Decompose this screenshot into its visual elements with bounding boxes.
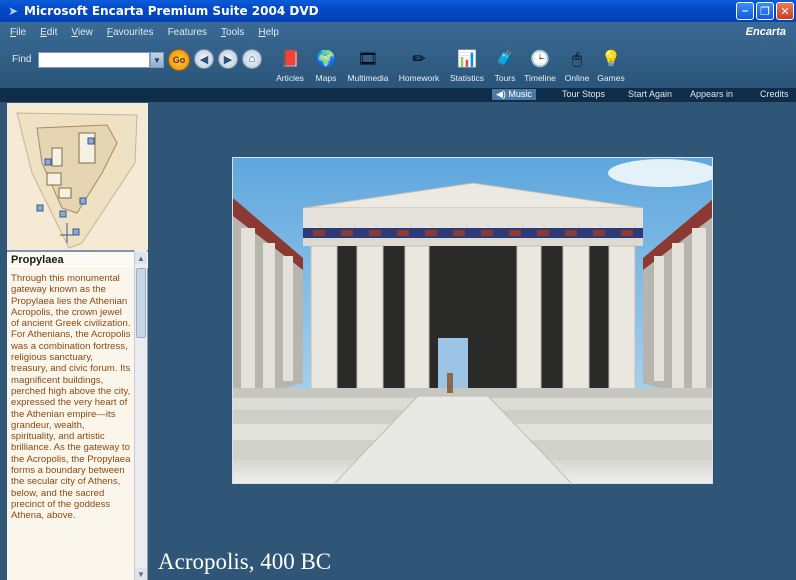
scroll-down-button[interactable]: ▼ xyxy=(135,568,147,580)
menu-tools[interactable]: Tools xyxy=(221,27,244,38)
find-toolbar: Find ▼ Go ◀ ▶ ⌂ 📕 Articles 🌍 Maps 🎞 Mult… xyxy=(0,44,796,84)
multimedia-icon: 🎞 xyxy=(357,51,379,68)
tour-controls-bar: ◀) Music Tour Stops Start Again Appears … xyxy=(0,88,796,102)
chevron-down-icon: ▼ xyxy=(153,55,161,65)
find-label: Find xyxy=(12,54,32,65)
acropolis-site-map[interactable] xyxy=(7,103,148,250)
toolbar-label: Games xyxy=(597,73,625,83)
mouse-icon: 🖱 xyxy=(572,51,582,68)
encarta-logo-icon: ➤ xyxy=(7,4,19,18)
encarta-brand-logo: Encarta xyxy=(745,26,786,38)
minimize-button[interactable]: – xyxy=(736,2,754,20)
menu-features[interactable]: Features xyxy=(168,27,207,38)
find-input[interactable] xyxy=(38,52,150,68)
toolbar-label: Tours xyxy=(494,73,516,83)
tour-stop-caption: Acropolis, 400 BC xyxy=(158,549,332,574)
toolbar-statistics[interactable]: 📊 Statistics xyxy=(444,44,490,84)
toolbar-label: Articles xyxy=(276,73,304,83)
chevron-down-icon: ▼ xyxy=(137,569,145,579)
close-button[interactable]: ✕ xyxy=(776,2,794,20)
pencil-icon: ✏ xyxy=(412,51,426,68)
menu-edit[interactable]: Edit xyxy=(40,27,57,38)
toolbar-homework[interactable]: ✏ Homework xyxy=(394,44,444,84)
toolbar-articles[interactable]: 📕 Articles xyxy=(270,44,310,84)
panel-scrollbar[interactable]: ▲ ▼ xyxy=(134,250,147,580)
site-map-image xyxy=(7,103,148,250)
home-icon: ⌂ xyxy=(248,53,256,65)
credits-button[interactable]: Credits xyxy=(760,89,789,99)
book-icon: 📕 xyxy=(280,51,300,68)
propylaea-scene xyxy=(233,158,712,483)
toolbar-games[interactable]: 💡 Games xyxy=(594,44,628,84)
tours-icon: 🧳 xyxy=(495,51,515,68)
forward-button[interactable]: ▶ xyxy=(218,49,238,69)
tour-main-view: Acropolis, 400 BC xyxy=(148,103,796,580)
window-title: Microsoft Encarta Premium Suite 2004 DVD xyxy=(24,4,319,18)
menu-help[interactable]: Help xyxy=(258,27,279,38)
menu-file[interactable]: File xyxy=(10,27,26,38)
arrow-right-icon: ▶ xyxy=(223,53,233,66)
window-controls: – ❐ ✕ xyxy=(736,2,794,20)
scroll-up-button[interactable]: ▲ xyxy=(135,252,147,264)
home-button[interactable]: ⌂ xyxy=(242,49,262,69)
toolbar-timeline[interactable]: 🕒 Timeline xyxy=(520,44,560,84)
globe-icon: 🌍 xyxy=(316,51,336,68)
bulb-icon: 💡 xyxy=(601,51,621,68)
scroll-thumb[interactable] xyxy=(136,268,146,338)
clock-icon: 🕒 xyxy=(530,51,550,68)
toolbar-label: Multimedia xyxy=(347,73,389,83)
chart-icon: 📊 xyxy=(457,51,477,68)
start-again-button[interactable]: Start Again xyxy=(628,89,672,99)
music-toggle[interactable]: ◀) Music xyxy=(492,89,536,100)
toolbar-label: Homework xyxy=(398,73,440,83)
tour-side-panel: Propylaea Through this monumental gatewa… xyxy=(7,103,148,580)
maximize-button[interactable]: ❐ xyxy=(756,2,774,20)
chevron-up-icon: ▲ xyxy=(137,253,145,263)
toolbar-label: Online xyxy=(564,73,590,83)
menu-view[interactable]: View xyxy=(71,27,93,38)
go-button[interactable]: Go xyxy=(168,49,190,71)
toolbar-online[interactable]: 🖱 Online xyxy=(560,44,594,84)
feature-toolbar: 📕 Articles 🌍 Maps 🎞 Multimedia ✏ Homewor… xyxy=(270,44,628,84)
back-button[interactable]: ◀ xyxy=(194,49,214,69)
toolbar-tours[interactable]: 🧳 Tours xyxy=(490,44,520,84)
toolbar-label: Statistics xyxy=(449,73,484,83)
menu-favourites[interactable]: Favourites xyxy=(107,27,154,38)
arrow-left-icon: ◀ xyxy=(199,53,209,66)
panel-title: Propylaea xyxy=(7,250,148,268)
menu-bar: File Edit View Favourites Features Tools… xyxy=(0,22,796,42)
appears-in-button[interactable]: Appears in xyxy=(690,89,733,99)
toolbar-label: Maps xyxy=(315,73,337,83)
propylaea-render-image xyxy=(232,157,713,484)
title-bar: ➤ Microsoft Encarta Premium Suite 2004 D… xyxy=(0,0,796,22)
toolbar-maps[interactable]: 🌍 Maps xyxy=(310,44,342,84)
toolbar-label: Timeline xyxy=(524,73,556,83)
panel-description: Through this monumental gateway known as… xyxy=(7,269,135,580)
tour-stops-button[interactable]: Tour Stops xyxy=(562,89,605,99)
app-chrome: File Edit View Favourites Features Tools… xyxy=(0,22,796,88)
find-dropdown-button[interactable]: ▼ xyxy=(150,52,164,68)
toolbar-multimedia[interactable]: 🎞 Multimedia xyxy=(342,44,394,84)
